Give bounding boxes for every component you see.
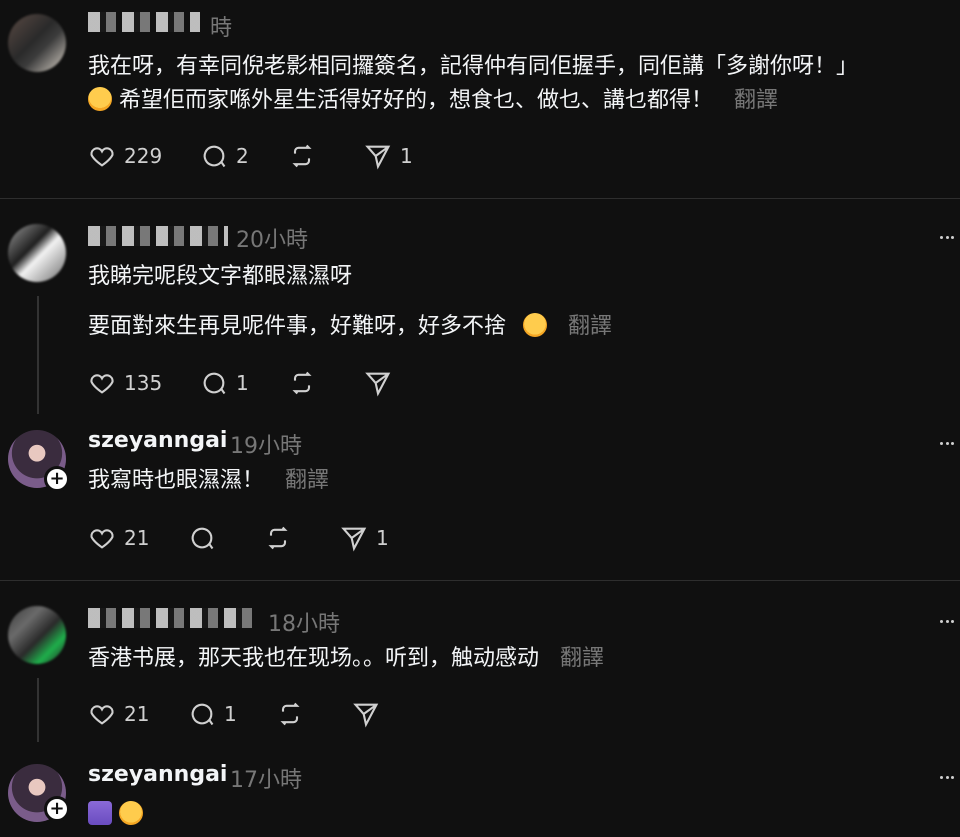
like-count: 135 <box>124 371 163 395</box>
crying-face-icon <box>88 87 112 111</box>
divider <box>0 580 960 581</box>
repost-icon <box>292 144 312 168</box>
follow-plus-icon[interactable]: + <box>44 796 70 822</box>
more-icon[interactable] <box>940 620 954 624</box>
share-button[interactable] <box>352 700 380 728</box>
reply-button[interactable]: 1 <box>188 700 237 728</box>
reply-count: 1 <box>224 702 237 726</box>
repost-icon <box>292 371 312 395</box>
share-button[interactable]: 1 <box>340 524 389 552</box>
heart-icon <box>90 374 114 394</box>
comment-text-line <box>88 798 143 832</box>
more-icon[interactable] <box>940 236 954 240</box>
like-count: 21 <box>124 526 150 550</box>
comment-text-line: 我在呀，有幸同倪老影相同攞簽名，記得仲有同佢握手，同佢講「多謝你呀！」 <box>88 50 858 84</box>
translate-link[interactable]: 翻譯 <box>285 468 329 493</box>
like-count: 21 <box>124 702 150 726</box>
share-icon <box>353 703 379 728</box>
share-button[interactable] <box>364 369 392 397</box>
comment-time: 20小時 <box>236 228 308 253</box>
comment-text-line: 我寫時也眼濕濕！ 翻譯 <box>88 464 329 498</box>
comment-time: 17小時 <box>230 768 302 793</box>
author-name-redacted[interactable] <box>88 12 200 32</box>
author-name-redacted[interactable] <box>88 226 228 246</box>
comment-text-line: 要面對來生再見呢件事，好難呀，好多不捨 翻譯 <box>88 310 612 344</box>
share-icon <box>365 145 391 170</box>
more-icon[interactable] <box>940 442 954 446</box>
follow-plus-icon[interactable]: + <box>44 466 70 492</box>
like-button[interactable]: 229 <box>88 142 162 170</box>
repost-button[interactable] <box>288 369 316 397</box>
avatar[interactable] <box>8 606 66 664</box>
repost-icon <box>280 702 300 726</box>
comment-text-line: 希望佢而家喺外星生活得好好的，想食乜、做乜、講乜都得！ 翻譯 <box>88 84 778 118</box>
reply-count: 1 <box>236 371 249 395</box>
thread-line <box>37 296 39 414</box>
flushed-face-icon <box>523 313 548 337</box>
repost-button[interactable] <box>276 700 304 728</box>
author-name-redacted[interactable] <box>88 608 258 628</box>
comment-text: 我睇完呢段文字都眼濕濕呀 <box>88 264 353 289</box>
translate-link[interactable]: 翻譯 <box>568 314 612 339</box>
comment-text: 要面對來生再見呢件事，好難呀，好多不捨 <box>88 314 507 339</box>
share-button[interactable]: 1 <box>364 142 413 170</box>
comment-time: 時 <box>210 16 233 41</box>
like-count: 229 <box>124 144 163 168</box>
heart-icon <box>90 529 114 549</box>
comment-text: 我在呀，有幸同倪老影相同攞簽名，記得仲有同佢握手，同佢講「多謝你呀！」 <box>88 54 859 79</box>
share-count: 1 <box>376 526 389 550</box>
comment-icon <box>203 145 226 168</box>
reply-button[interactable]: 2 <box>200 142 249 170</box>
like-button[interactable]: 21 <box>88 524 149 552</box>
comment-icon <box>191 527 214 550</box>
thread-line <box>37 678 39 742</box>
like-button[interactable]: 21 <box>88 700 149 728</box>
comment-time: 19小時 <box>230 434 302 459</box>
comment-icon <box>203 372 226 395</box>
translate-link[interactable]: 翻譯 <box>560 646 604 671</box>
reply-count: 2 <box>236 144 249 168</box>
like-button[interactable]: 135 <box>88 369 162 397</box>
reply-button[interactable]: 1 <box>200 369 249 397</box>
share-icon <box>341 527 367 552</box>
repost-icon <box>268 526 288 550</box>
share-icon <box>365 372 391 397</box>
translate-link[interactable]: 翻譯 <box>734 88 778 113</box>
share-count: 1 <box>400 144 413 168</box>
author-name[interactable]: szeyanngai <box>88 428 227 453</box>
comment-text-line: 香港书展，那天我也在现场。。听到，触动感动 翻譯 <box>88 642 604 676</box>
avatar[interactable] <box>8 14 66 72</box>
comment-time: 18小時 <box>268 612 340 637</box>
comment-text-line: 我睇完呢段文字都眼濕濕呀 <box>88 260 352 294</box>
heart-icon <box>90 147 114 167</box>
praying-hands-icon <box>88 801 112 825</box>
comment-text: 我寫時也眼濕濕！ <box>88 468 265 493</box>
sad-face-icon <box>119 801 143 825</box>
heart-icon <box>90 705 114 725</box>
divider <box>0 198 960 199</box>
repost-button[interactable] <box>288 142 316 170</box>
comment-text: 香港书展，那天我也在现场。。听到，触动感动 <box>88 646 540 671</box>
author-name[interactable]: szeyanngai <box>88 762 227 787</box>
reply-button[interactable] <box>188 524 216 552</box>
avatar[interactable] <box>8 224 66 282</box>
comment-text: 希望佢而家喺外星生活得好好的，想食乜、做乜、講乜都得！ <box>119 88 714 113</box>
repost-button[interactable] <box>264 524 292 552</box>
more-icon[interactable] <box>940 776 954 780</box>
comment-icon <box>191 703 214 726</box>
